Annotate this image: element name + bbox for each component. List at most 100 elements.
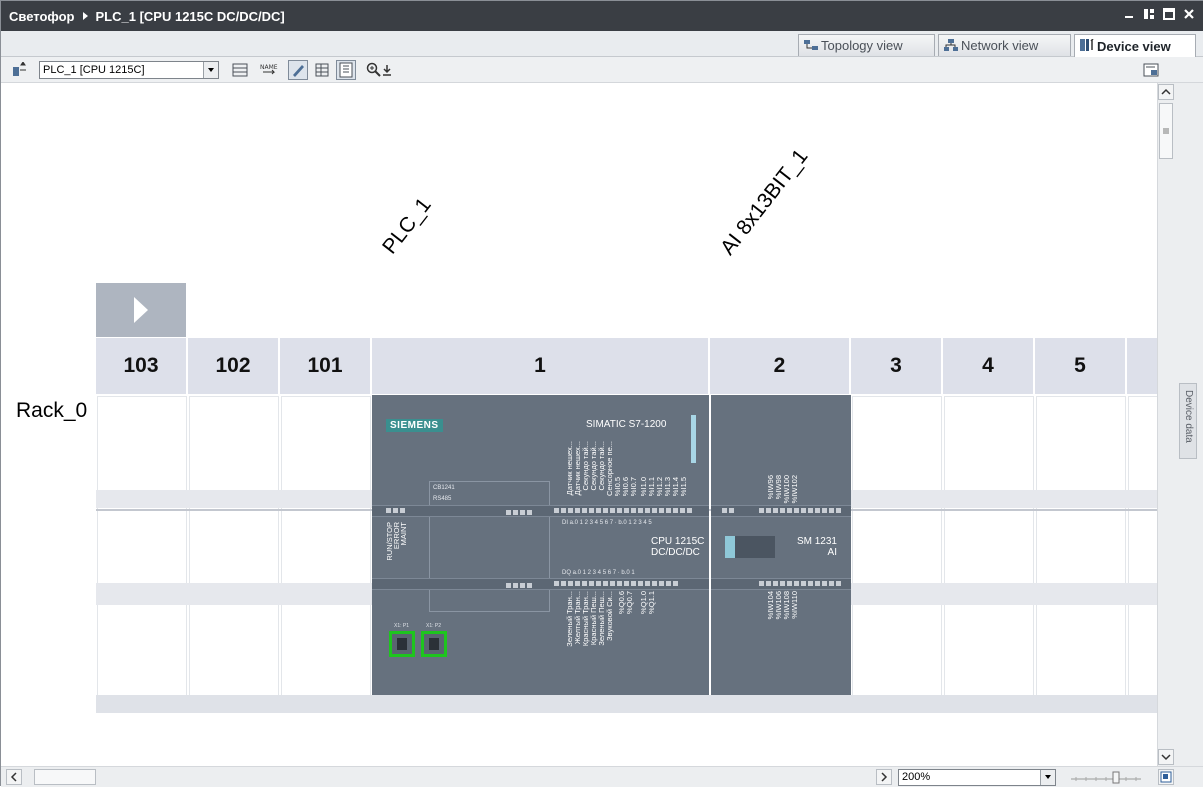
port-label: X1: P1 (394, 623, 410, 629)
slot-header-101: 101 (280, 338, 372, 394)
input-address-label: %I1.1 (647, 477, 656, 497)
status-led-row (386, 508, 405, 513)
cpu-power-label: DC/DC/DC (651, 547, 700, 558)
overview-navigation-icon[interactable] (1158, 769, 1174, 785)
board-interface-label: RS485 (433, 496, 452, 502)
input-tag-label: Сенсорное пе... (605, 441, 614, 496)
empty-slot-5[interactable] (1036, 396, 1126, 713)
close-icon[interactable] (1182, 7, 1196, 21)
output-address-label: %Q0.6 (617, 591, 626, 614)
project-name: Светофор (9, 8, 75, 24)
module-address-label: %IW108 (782, 591, 791, 620)
expand-rack-arrow-icon[interactable] (96, 283, 186, 337)
horizontal-scroll-thumb[interactable] (34, 769, 96, 785)
slot-header-3: 3 (851, 338, 943, 394)
zoom-slider[interactable] (1071, 770, 1141, 784)
input-tag-label: Секундо тай... (597, 441, 606, 491)
input-address-label: %I0.7 (629, 477, 638, 497)
chevron-down-icon[interactable] (203, 62, 218, 78)
tab-network-view[interactable]: Network view (938, 34, 1071, 56)
title-bar: Светофор PLC_1 [CPU 1215C DC/DC/DC] (1, 1, 1203, 31)
cpu-model-label: CPU 1215C (651, 536, 705, 547)
ethernet-port-p1[interactable] (389, 631, 415, 657)
output-address-label: %Q1.1 (647, 591, 656, 614)
tab-topology-view[interactable]: Topology view (798, 34, 935, 56)
overview-toggle-icon[interactable] (288, 60, 308, 80)
network-icon (944, 39, 958, 51)
tab-label: Network view (961, 38, 1039, 53)
device-name: PLC_1 [CPU 1215C DC/DC/DC] (95, 8, 285, 24)
page-layout-icon[interactable] (336, 60, 356, 80)
slot-header-more (1127, 338, 1157, 394)
zoom-value: 200% (902, 771, 931, 783)
module-type-label: AI (827, 547, 837, 558)
device-data-panel: Device data (1174, 83, 1203, 766)
board-led-row (506, 583, 532, 588)
slot-header-102: 102 (188, 338, 280, 394)
module-connector (725, 536, 775, 558)
module-address-label: %IW100 (782, 475, 791, 504)
scroll-right-icon[interactable] (876, 769, 892, 785)
vertical-scroll-thumb[interactable] (1159, 103, 1173, 159)
module-address-label: %IW96 (766, 475, 775, 500)
device-view-window: Светофор PLC_1 [CPU 1215C DC/DC/DC] Topo… (0, 0, 1203, 787)
show-module-labels-icon[interactable]: NAME (259, 60, 279, 80)
input-tag-label: Секундо тай... (581, 441, 590, 491)
output-address-label: %Q0.7 (625, 591, 634, 614)
device-data-label: Device data (1183, 390, 1194, 443)
slot-header-1: 1 (372, 338, 710, 394)
analog-input-module[interactable]: %IW96 %IW98 %IW100 %IW102 SM 1231 AI %IW… (711, 395, 851, 695)
tab-label: Device view (1097, 39, 1171, 54)
siemens-logo: SIEMENS (386, 419, 443, 432)
slot-header-2: 2 (710, 338, 851, 394)
rail-band (96, 490, 372, 508)
scroll-up-icon[interactable] (1158, 84, 1174, 100)
empty-slot-4[interactable] (944, 396, 1034, 713)
cpu-module[interactable]: SIEMENS SIMATIC S7-1200 CB1241 RS485 DI … (372, 395, 709, 695)
module-address-label: %IW110 (790, 591, 799, 619)
device-canvas[interactable]: PLC_1 AI 8x13BIT_1 103 102 101 1 2 3 4 5… (3, 83, 1157, 766)
minimize-icon[interactable] (1122, 7, 1136, 21)
vertical-scrollbar[interactable] (1157, 83, 1174, 766)
ethernet-port-p2[interactable] (421, 631, 447, 657)
rail-band (96, 583, 372, 605)
empty-slot-101[interactable] (281, 396, 371, 713)
restore-icon[interactable] (1142, 7, 1156, 21)
module-led-row (722, 508, 734, 513)
rail-band (851, 490, 1157, 508)
module-address-label: %IW102 (790, 475, 799, 504)
device-select[interactable]: PLC_1 [CPU 1215C] (39, 61, 219, 79)
channel-led-row (759, 508, 841, 513)
tab-device-view[interactable]: Device view (1074, 34, 1196, 58)
float-window-icon[interactable] (1162, 7, 1176, 21)
cpu-family-label: SIMATIC S7-1200 (586, 419, 667, 430)
device-data-tab[interactable]: Device data (1179, 383, 1197, 459)
show-hardware-catalog-icon[interactable] (1141, 60, 1161, 80)
horizontal-scrollbar: 200% (1, 766, 1203, 787)
output-tag-label: Зеленый Тран... (565, 591, 574, 647)
board-led-row (506, 510, 532, 515)
empty-slot-more[interactable] (1128, 396, 1157, 713)
board-type-label: CB1241 (433, 485, 455, 491)
download-icon[interactable] (381, 60, 393, 80)
communication-board[interactable]: CB1241 RS485 (429, 481, 550, 612)
empty-slot-103[interactable] (97, 396, 187, 713)
zoom-select[interactable]: 200% (898, 769, 1056, 786)
status-led-label: MAINT (399, 522, 408, 546)
device-tree-icon[interactable] (9, 60, 29, 80)
scroll-down-icon[interactable] (1158, 749, 1174, 765)
scroll-left-icon[interactable] (6, 769, 22, 785)
input-address-label: %I1.3 (663, 477, 672, 497)
slot-header-103: 103 (96, 338, 188, 394)
plc-name-label[interactable]: PLC_1 (378, 194, 436, 259)
rail-band (851, 583, 1157, 605)
empty-slot-3[interactable] (852, 396, 942, 713)
grid-settings-icon[interactable] (230, 60, 250, 80)
empty-slot-102[interactable] (189, 396, 279, 713)
input-address-label: %I0.6 (621, 477, 630, 497)
module-name-label[interactable]: AI 8x13BIT_1 (716, 145, 813, 260)
chevron-down-icon[interactable] (1040, 770, 1055, 785)
topology-icon (804, 40, 818, 50)
input-led-row (554, 508, 692, 513)
table-view-icon[interactable] (312, 60, 332, 80)
